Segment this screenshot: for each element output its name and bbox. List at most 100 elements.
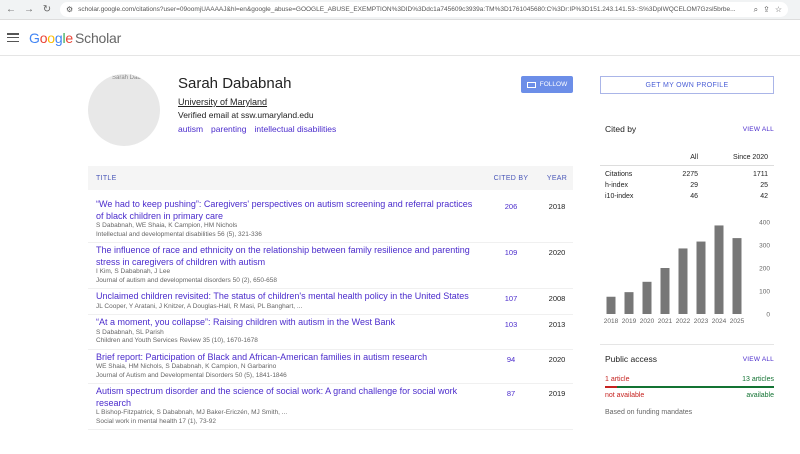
back-icon[interactable]: ← — [6, 4, 16, 15]
article-row: The influence of race and ethnicity on t… — [88, 243, 573, 289]
avatar: Sarah Dab — [88, 74, 160, 146]
interest-autism[interactable]: autism — [178, 124, 203, 134]
zoom-icon[interactable]: ⌕ — [754, 5, 758, 15]
y-tick-label: 400 — [759, 220, 770, 227]
scholar-header: Google Scholar — [0, 20, 800, 56]
citation-bar[interactable] — [714, 225, 724, 314]
reload-icon[interactable]: ↻ — [42, 4, 52, 15]
address-bar[interactable]: ⚙ scholar.google.com/citations?user=09oo… — [60, 2, 788, 17]
profile-name: Sarah Dababnah — [178, 75, 292, 92]
article-cited-by[interactable]: 87 — [481, 386, 541, 398]
funding-mandates-note: Based on funding mandates — [605, 409, 693, 416]
metric-since: 42 — [760, 193, 768, 200]
citation-bar[interactable] — [624, 292, 634, 314]
metric-since: 25 — [760, 182, 768, 189]
public-access-view-all-link[interactable]: VIEW ALL — [743, 356, 774, 363]
column-title[interactable]: TITLE — [96, 175, 481, 182]
article-venue: Children and Youth Services Review 35 (1… — [96, 337, 258, 344]
profile-email: Verified email at ssw.umaryland.edu — [178, 110, 314, 120]
article-authors: JL Cooper, Y Aratani, J Knitzer, A Dougl… — [96, 302, 303, 310]
profile-interests: autism parenting intellectual disabiliti… — [178, 124, 336, 134]
article-title[interactable]: The influence of race and ethnicity on t… — [96, 245, 481, 268]
google-scholar-logo[interactable]: Google Scholar — [29, 30, 121, 46]
interest-intellectual-disabilities[interactable]: intellectual disabilities — [255, 124, 337, 134]
follow-label: FOLLOW — [539, 81, 568, 88]
not-available-label: not available — [605, 392, 645, 399]
article-authors: S Dababnah, SL Parish — [96, 328, 164, 336]
article-cited-by[interactable]: 107 — [481, 291, 541, 303]
article-info: Autism spectrum disorder and the science… — [96, 386, 481, 426]
get-my-own-profile-button[interactable]: GET MY OWN PROFILE — [600, 76, 774, 94]
article-cited-by[interactable]: 109 — [481, 245, 541, 257]
article-row: “At a moment, you collapse”: Raising chi… — [88, 315, 573, 350]
article-row: Autism spectrum disorder and the science… — [88, 384, 573, 430]
cited-by-view-all-link[interactable]: VIEW ALL — [743, 126, 774, 133]
article-info: Brief report: Participation of Black and… — [96, 352, 481, 381]
article-authors: S Dababnah, WE Shaia, K Campion, HM Nich… — [96, 222, 238, 229]
article-title[interactable]: Unclaimed children revisited: The status… — [96, 291, 481, 303]
follow-button[interactable]: FOLLOW — [521, 76, 573, 93]
site-info-icon[interactable]: ⚙ — [66, 5, 73, 14]
profile-affiliation[interactable]: University of Maryland — [178, 97, 267, 107]
share-icon[interactable]: ⇪ — [763, 5, 770, 14]
not-available-count: 1 article — [605, 376, 630, 383]
citation-bar[interactable] — [606, 296, 616, 314]
article-cited-by[interactable]: 94 — [481, 352, 541, 364]
article-title[interactable]: “We had to keep pushing”: Caregivers' pe… — [96, 199, 481, 222]
article-cited-by[interactable]: 103 — [481, 317, 541, 329]
citations-bar-chart-svg: 01002003004002018 2019 2020 2021 2022 2023 202… — [604, 220, 771, 326]
article-info: “At a moment, you collapse”: Raising chi… — [96, 317, 481, 346]
url-text: scholar.google.com/citations?user=09oomj… — [78, 6, 736, 13]
y-tick-label: 100 — [759, 289, 770, 296]
article-title[interactable]: Brief report: Participation of Black and… — [96, 352, 481, 364]
article-title[interactable]: Autism spectrum disorder and the science… — [96, 386, 481, 409]
menu-icon[interactable] — [7, 33, 19, 42]
article-title[interactable]: “At a moment, you collapse”: Raising chi… — [96, 317, 481, 329]
metric-all: 46 — [690, 193, 698, 200]
article-year: 2020 — [548, 248, 566, 257]
metric-all: 29 — [690, 182, 698, 189]
article-venue: Intellectual and developmental disabilit… — [96, 230, 262, 238]
interest-parenting[interactable]: parenting — [211, 124, 246, 134]
citation-bar[interactable] — [732, 238, 742, 314]
y-tick-label: 300 — [759, 243, 770, 250]
citation-bar[interactable] — [678, 248, 688, 314]
article-venue: Social work in mental health 17 (1), 73-… — [96, 417, 216, 425]
article-venue: Journal of Autism and Developmental Diso… — [96, 371, 287, 379]
y-tick-label: 0 — [766, 312, 770, 319]
article-authors: I Kim, S Dababnah, J Lee — [96, 268, 171, 275]
public-access-heading: Public access — [605, 354, 657, 364]
bookmark-star-icon[interactable]: ☆ — [775, 5, 782, 14]
x-tick-label: 2023 — [694, 318, 709, 325]
article-year: 2013 — [548, 320, 566, 329]
article-info: Unclaimed children revisited: The status… — [96, 291, 481, 311]
x-tick-label: 2021 — [658, 318, 673, 325]
article-year: 2008 — [548, 294, 566, 303]
article-venue: Journal of autism and developmental diso… — [96, 276, 278, 284]
x-tick-label: 2024 — [712, 318, 727, 325]
available-label: available — [746, 392, 774, 399]
article-row: Unclaimed children revisited: The status… — [88, 289, 573, 315]
article-cited-by[interactable]: 206 — [481, 199, 541, 211]
avatar-alt-text: Sarah Dab — [112, 75, 141, 81]
forward-icon[interactable]: → — [24, 4, 34, 15]
metric-label: h-index — [605, 182, 628, 189]
citation-bar[interactable] — [642, 281, 652, 314]
right-column: GET MY OWN PROFILE Cited by VIEW ALL All… — [600, 76, 774, 416]
article-authors: WE Shaia, HM Nichols, S Dababnah, K Camp… — [96, 363, 277, 370]
cited-by-heading: Cited by — [605, 124, 637, 134]
metric-row: i10-index 46 42 — [600, 191, 774, 202]
citation-bar[interactable] — [660, 268, 670, 314]
citation-bar[interactable] — [696, 241, 706, 314]
column-year[interactable]: YEAR — [541, 175, 573, 182]
x-tick-label: 2019 — [622, 318, 637, 325]
articles-table-header: TITLE CITED BY YEAR — [88, 166, 573, 190]
available-count: 13 articles — [742, 376, 774, 383]
metric-row: Citations 2275 1711 — [600, 169, 774, 180]
col-all: All — [690, 153, 698, 161]
profile-card: Sarah Dab Sarah Dababnah University of M… — [88, 66, 573, 161]
public-access-bar — [605, 386, 774, 388]
main-column: Sarah Dab Sarah Dababnah University of M… — [88, 66, 573, 430]
column-cited-by[interactable]: CITED BY — [481, 175, 541, 182]
article-row: “We had to keep pushing”: Caregivers' pe… — [88, 197, 573, 243]
